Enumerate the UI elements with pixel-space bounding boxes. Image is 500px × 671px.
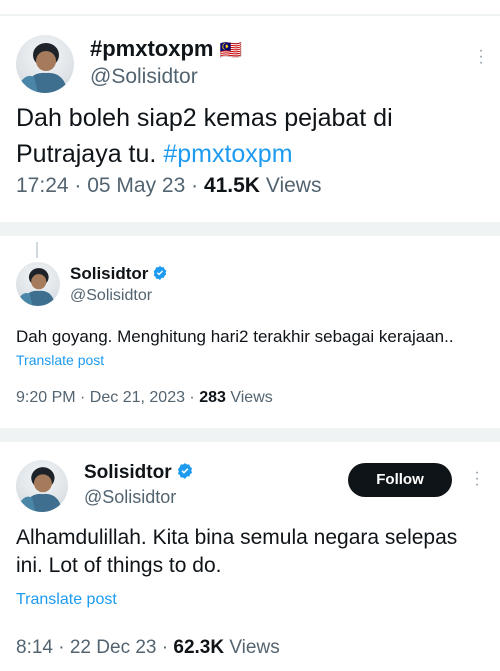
tweet-meta: 8:14 · 22 Dec 23 · 62.3K Views [16,636,280,660]
avatar[interactable] [16,460,68,512]
timestamp[interactable]: 8:14 · 22 Dec 23 · [16,637,173,658]
tweet-text: Alhamdulillah. Kita bina semula negara s… [16,524,457,580]
tweet-text-line-1: Dah boleh siap2 kemas pejabat di [16,104,393,132]
divider-2 [0,428,500,442]
top-divider [0,14,500,16]
translate-post-link[interactable]: Translate post [16,351,104,369]
views-count: 41.5K [203,174,260,197]
follow-button[interactable]: Follow [348,463,452,497]
translate-post-link[interactable]: Translate post [16,590,117,610]
divider-1 [0,222,500,236]
tweet-text-line-1: Alhamdulillah. Kita bina semula negara s… [16,526,458,549]
views-label: Views [224,637,280,658]
more-options-icon[interactable]: · · · [472,465,482,493]
thread-line [36,242,38,258]
avatar-photo-icon [20,43,68,93]
avatar[interactable] [16,262,60,306]
hashtag-link[interactable]: #pmxtoxpm [163,140,292,168]
views-count: 283 [199,389,226,406]
malaysia-flag-icon: 🇲🇾 [219,40,243,60]
tweet-meta: 17:24 · 05 May 23 · 41.5K Views [16,172,321,200]
timestamp[interactable]: 9:20 PM · Dec 21, 2023 · [16,389,199,406]
avatar[interactable] [16,35,74,93]
tweet-text: Dah boleh siap2 kemas pejabat di Putraja… [16,100,393,172]
handle[interactable]: @Solisidtor [84,486,176,508]
views-count: 62.3K [173,637,225,658]
tweet-text-part: Putrajaya tu. [16,140,164,168]
tweet-text-line-2: Putrajaya tu. #pmxtoxpm [16,136,393,172]
display-name[interactable]: #pmxtoxpm [90,36,213,61]
avatar-photo-icon [19,467,63,512]
display-name[interactable]: Solisidtor [70,264,148,283]
avatar-photo-icon [19,268,56,306]
handle[interactable]: @Solisidtor [70,286,152,306]
display-name[interactable]: Solisidtor [84,462,172,483]
views-label: Views [259,174,322,197]
views-label: Views [225,389,273,406]
verified-badge-icon [154,266,167,280]
timestamp[interactable]: 17:24 · 05 May 23 · [16,174,204,197]
tweet-text: Dah goyang. Menghitung hari2 terakhir se… [16,327,454,346]
handle[interactable]: @Solisidtor [90,64,198,90]
tweet-text-line-2: ini. Lot of things to do. [16,554,222,577]
tweet-meta: 9:20 PM · Dec 21, 2023 · 283 Views [16,388,273,408]
verified-badge-icon [177,463,192,479]
more-options-icon[interactable]: · · · [476,43,486,71]
